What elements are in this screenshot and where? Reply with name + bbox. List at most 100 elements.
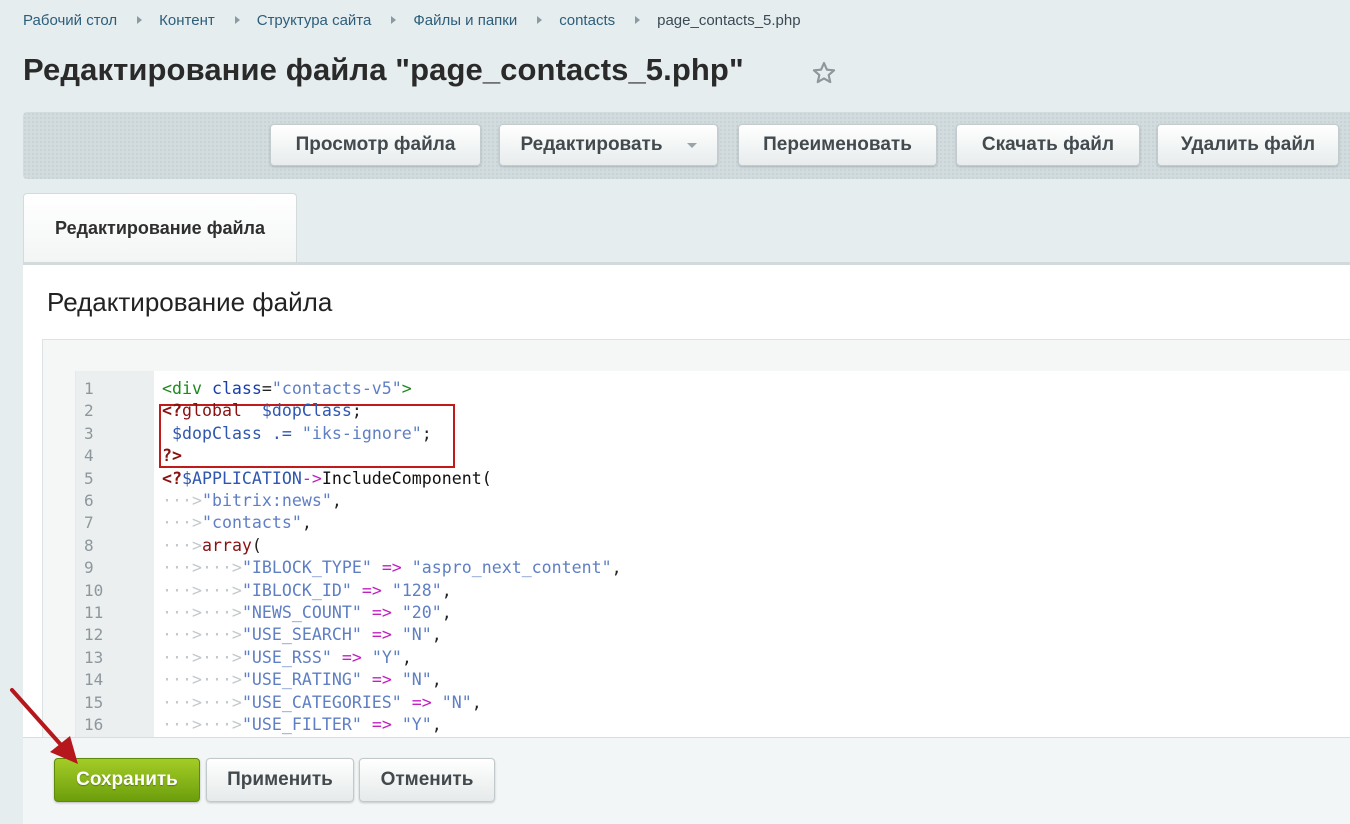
code-text: <?global $dopClass; [162,400,362,422]
code-text: ···>···>"NEWS_COUNT" => "20", [162,602,452,624]
code-line: 16 ···>···>"USE_FILTER" => "Y", [76,714,1350,736]
section-title: Редактирование файла [47,287,333,317]
code-token: "Y" [401,715,432,734]
code-editor[interactable]: 1 <div class="contacts-v5"> 2 <?global $dop… [75,371,1350,738]
tab-edit-file[interactable]: Редактирование файла [23,193,297,263]
line-number: 12 [84,625,104,645]
code-token: <? [162,468,182,488]
code-line: 1 <div class="contacts-v5"> [76,378,1350,400]
code-token: > [401,379,412,398]
code-text: $dopClass .= "iks-ignore"; [162,423,432,445]
tab-label: Редактирование файла [55,218,265,238]
code-line: 14 ···>···>"USE_RATING" => "N", [76,669,1350,691]
breadcrumb-site-structure[interactable]: Структура сайта [257,12,372,29]
annotation-arrow-icon [10,688,78,764]
tab-strip: Редактирование файла [23,193,1350,263]
delete-file-button[interactable]: Удалить файл [1157,124,1339,166]
code-token: "IBLOCK_TYPE" [241,558,372,578]
code-token: , [441,580,452,600]
code-token: "aspro_next_content" [411,558,612,578]
code-token: , [471,692,482,712]
breadcrumb-files-folders[interactable]: Файлы и папки [413,12,517,29]
line-number: 15 [84,692,104,712]
code-token: ···>···> [162,647,242,667]
code-token: ; [421,423,432,443]
code-token: "N" [401,625,432,645]
rename-button[interactable]: Переименовать [738,124,937,166]
line-number: 11 [84,603,104,622]
breadcrumb-separator-icon [537,16,543,24]
code-token: ; [351,401,362,421]
breadcrumb-separator-icon [137,16,143,24]
code-line: 9 ···>···>"IBLOCK_TYPE" => "aspro_next_co… [76,557,1350,579]
code-token: ( [251,535,262,555]
code-token: "Y" [371,647,402,667]
code-text: ···>"contacts", [162,512,312,534]
code-token: $dopClass [172,423,262,443]
code-token: "USE_FILTER" [241,715,362,734]
line-number: 7 [84,513,94,533]
breadcrumb-desktop[interactable]: Рабочий стол [23,12,117,29]
code-token: ···>···> [162,692,242,712]
breadcrumb-content[interactable]: Контент [159,12,215,29]
code-token: ···> [162,535,202,555]
line-number: 3 [84,423,94,443]
code-token: .= [271,423,292,443]
code-token: ···>···> [162,670,242,690]
code-line: 7 ···>"contacts", [76,512,1350,534]
code-text: ···>···>"USE_RSS" => "Y", [162,647,412,669]
code-text: ···>···>"IBLOCK_TYPE" => "aspro_next_con… [162,557,622,579]
breadcrumb-separator-icon [234,16,240,24]
code-token: array [201,535,252,555]
edit-dropdown-button[interactable]: Редактировать [499,124,718,166]
code-token: = [261,379,272,398]
apply-button[interactable]: Применить [206,758,354,802]
code-line: 8 ···>array( [76,535,1350,557]
code-token: , [331,491,342,510]
code-line: 10 ···>···>"IBLOCK_ID" => "128", [76,580,1350,602]
toolbar: Просмотр файла Редактировать Переименова… [23,112,1350,179]
code-token: "20" [401,603,442,622]
editor-container: 1 <div class="contacts-v5"> 2 <?global $dop… [42,339,1350,738]
code-token: , [401,647,412,667]
code-token: , [441,603,452,622]
page-title: Редактирование файла "page_contacts_5.ph… [23,52,744,87]
line-number: 2 [84,401,94,421]
code-token: "USE_RSS" [241,647,332,667]
cancel-button[interactable]: Отменить [359,758,495,802]
download-file-button[interactable]: Скачать файл [956,124,1140,166]
code-token: ···>···> [162,580,242,600]
code-text: ?> [162,445,182,467]
code-line: 4 ?> [76,445,1350,467]
breadcrumb-separator-icon [391,16,397,24]
code-text: ···>···>"USE_FILTER" => "Y", [162,714,442,736]
code-token: "128" [391,580,442,600]
code-line: 13 ···>···>"USE_RSS" => "Y", [76,647,1350,669]
line-number: 10 [84,580,104,600]
code-token: ···>···> [162,625,242,645]
code-token: IncludeComponent( [321,468,492,488]
view-file-button[interactable]: Просмотр файла [270,124,481,166]
code-token: => [371,670,392,690]
line-number: 9 [84,558,94,578]
code-line: 11 ···>···>"NEWS_COUNT" => "20", [76,602,1350,624]
breadcrumb: Рабочий стол Контент Структура сайта Фай… [23,10,801,30]
code-text: ···>···>"USE_SEARCH" => "N", [162,624,442,646]
line-number: 8 [84,535,94,555]
breadcrumb-contacts[interactable]: contacts [559,12,615,29]
edit-panel: Редактирование файла 1 <div class="contac… [23,265,1350,738]
download-label: Скачать файл [981,134,1115,155]
star-icon[interactable] [811,60,837,86]
code-text: ···>···>"IBLOCK_ID" => "128", [162,580,452,602]
chevron-down-icon [686,142,697,148]
